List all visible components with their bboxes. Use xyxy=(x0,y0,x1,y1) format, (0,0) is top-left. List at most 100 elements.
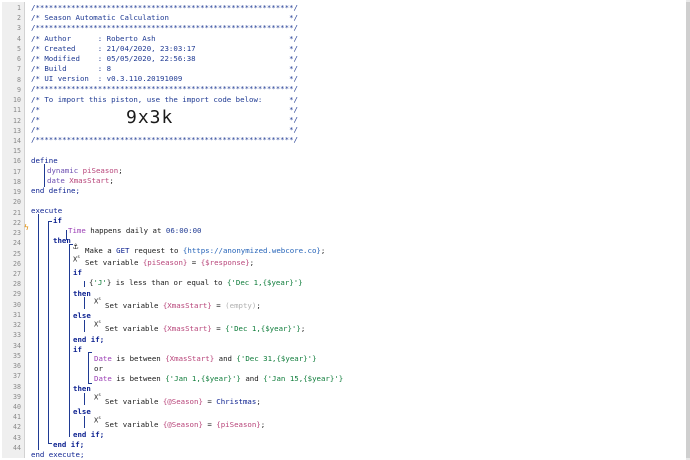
set-variable-statement[interactable]: Set variable {piSeason} = {$response}; xyxy=(85,258,254,268)
statement-bracket xyxy=(84,320,85,332)
scrollbar-thumb[interactable] xyxy=(686,2,690,458)
if-keyword[interactable]: if xyxy=(53,216,62,226)
comment-line: /***************************************… xyxy=(31,84,298,93)
variable-name: {@Season} xyxy=(162,420,203,429)
import-code[interactable]: 9x3k xyxy=(126,107,173,128)
var-name: piSeason xyxy=(82,166,119,175)
comment-line: /* UI version : v0.3.110.20191009 */ xyxy=(31,74,298,83)
set-variable-icon: Xs xyxy=(94,393,101,402)
set-variable-statement[interactable]: Set variable {@Season} = Christmas; xyxy=(105,397,261,407)
comment-line: /***************************************… xyxy=(31,23,298,32)
bracket-tick xyxy=(88,383,92,384)
condition[interactable]: Date is between {XmasStart} and {'Dec 31… xyxy=(94,354,317,364)
end-if-keyword[interactable]: end if; xyxy=(53,440,84,450)
condition-bracket xyxy=(66,230,67,240)
set-variable-statement[interactable]: Set variable {XmasStart} = {'Dec 1,{$yea… xyxy=(105,324,305,334)
comment-line: /* Author : Roberto Ash */ xyxy=(31,34,298,43)
condition[interactable]: Date is between {'Jan 1,{$year}'} and {'… xyxy=(94,374,343,384)
end-if-keyword[interactable]: end if; xyxy=(73,430,104,440)
set-variable-statement[interactable]: Set variable {@Season} = {piSeason}; xyxy=(105,420,265,430)
operator: = xyxy=(211,324,226,333)
variable-value: {$response} xyxy=(200,258,250,267)
if-keyword[interactable]: if xyxy=(73,345,82,355)
trigger-time: 06:00:00 xyxy=(165,226,202,235)
statement-text: request to xyxy=(129,246,183,255)
anchor-icon: ⚓ xyxy=(73,242,79,252)
variable-name: {@Season} xyxy=(162,397,203,406)
operator: = xyxy=(187,258,201,267)
comparison-text: is between xyxy=(111,354,166,363)
var-declaration[interactable]: date XmasStart; xyxy=(47,176,114,186)
comparison-text: is between xyxy=(111,374,166,383)
var-type: dynamic xyxy=(47,166,79,175)
condition-group-bracket xyxy=(88,352,89,383)
end-execute-keyword[interactable]: end execute; xyxy=(31,450,84,460)
trigger-device: Time xyxy=(68,226,86,235)
end-define-keyword[interactable]: end define; xyxy=(31,186,80,196)
semicolon: ; xyxy=(249,258,255,267)
semicolon: ; xyxy=(300,324,306,333)
comment-line: /***************************************… xyxy=(31,3,298,12)
then-keyword[interactable]: then xyxy=(73,384,91,394)
comment-line: /***************************************… xyxy=(31,135,298,144)
variable-value: {'Dec 1,{$year}'} xyxy=(225,324,301,333)
statement-text: Make a xyxy=(85,246,117,255)
if-bracket xyxy=(48,221,49,443)
statement-bracket xyxy=(84,416,85,428)
string-value: 'J' xyxy=(93,278,107,287)
set-variable-icon: Xs xyxy=(73,255,80,264)
var-declaration[interactable]: dynamic piSeason; xyxy=(47,166,123,176)
range-start: {'Jan 1,{$year}'} xyxy=(165,374,241,383)
bracket-tick xyxy=(48,221,52,222)
get-request-statement[interactable]: Make a GET request to {https://anonymize… xyxy=(85,246,325,256)
execute-keyword[interactable]: execute xyxy=(31,206,62,216)
variable-name: {XmasStart} xyxy=(162,301,212,310)
or-operator[interactable]: or xyxy=(94,364,103,374)
trigger-text: happens daily at xyxy=(85,226,166,235)
compare-value: {'Dec 1,{$year}'} xyxy=(226,278,303,287)
and-text: and xyxy=(240,374,264,383)
else-keyword[interactable]: else xyxy=(73,311,91,321)
set-variable-icon: Xs xyxy=(94,297,101,306)
if-keyword[interactable]: if xyxy=(73,268,82,278)
then-keyword[interactable]: then xyxy=(73,289,91,299)
operator: = xyxy=(202,397,217,406)
set-variable-icon: Xs xyxy=(94,320,101,329)
http-method: GET xyxy=(116,246,130,255)
range-start: {XmasStart} xyxy=(165,354,215,363)
range-end: {'Dec 31,{$year}'} xyxy=(236,354,317,363)
trigger-icon: ϟ xyxy=(24,223,29,232)
var-type: date xyxy=(47,176,65,185)
comment-line: /* Season Automatic Calculation */ xyxy=(31,13,298,22)
comment-line: /* Modified : 05/05/2020, 22:56:38 */ xyxy=(31,54,298,63)
statement-text: Set variable xyxy=(105,301,163,310)
condition-bracket xyxy=(84,281,85,287)
scrollbar-track[interactable] xyxy=(686,0,690,460)
comment-line: /* Created : 21/04/2020, 23:03:17 */ xyxy=(31,44,298,53)
semicolon: ; xyxy=(256,397,261,406)
define-bracket xyxy=(44,164,45,187)
variable-name: {XmasStart} xyxy=(162,324,212,333)
set-variable-icon: Xs xyxy=(94,416,101,425)
device-name: Date xyxy=(94,374,112,383)
comment-line: /* Build : 8 */ xyxy=(31,64,298,73)
then-bracket xyxy=(69,244,70,437)
semicolon: ; xyxy=(260,420,266,429)
statement-bracket xyxy=(84,393,85,405)
variable-value: Christmas xyxy=(216,397,257,406)
condition[interactable]: {'J'} is less than or equal to {'Dec 1,{… xyxy=(89,278,303,288)
trigger-condition[interactable]: Time happens daily at 06:00:00 xyxy=(68,226,202,236)
bracket-tick xyxy=(48,443,52,444)
end-if-keyword[interactable]: end if; xyxy=(73,335,104,345)
else-keyword[interactable]: else xyxy=(73,407,91,417)
bracket-tick xyxy=(69,244,73,245)
statement-text: Set variable xyxy=(105,397,163,406)
device-name: Date xyxy=(94,354,112,363)
bracket-tick xyxy=(88,352,92,353)
statement-bracket xyxy=(84,297,85,309)
set-variable-statement[interactable]: Set variable {XmasStart} = (empty); xyxy=(105,301,261,311)
operator: = xyxy=(211,301,226,310)
code-area: /***************************************… xyxy=(0,0,690,460)
statement-text: Set variable xyxy=(105,324,163,333)
piston-code-editor: 1 2 3 4 5 6 7 8 9 10 11 12 13 14 15 16 17 18 19 20 21 22 23 24 2… xyxy=(0,0,690,460)
